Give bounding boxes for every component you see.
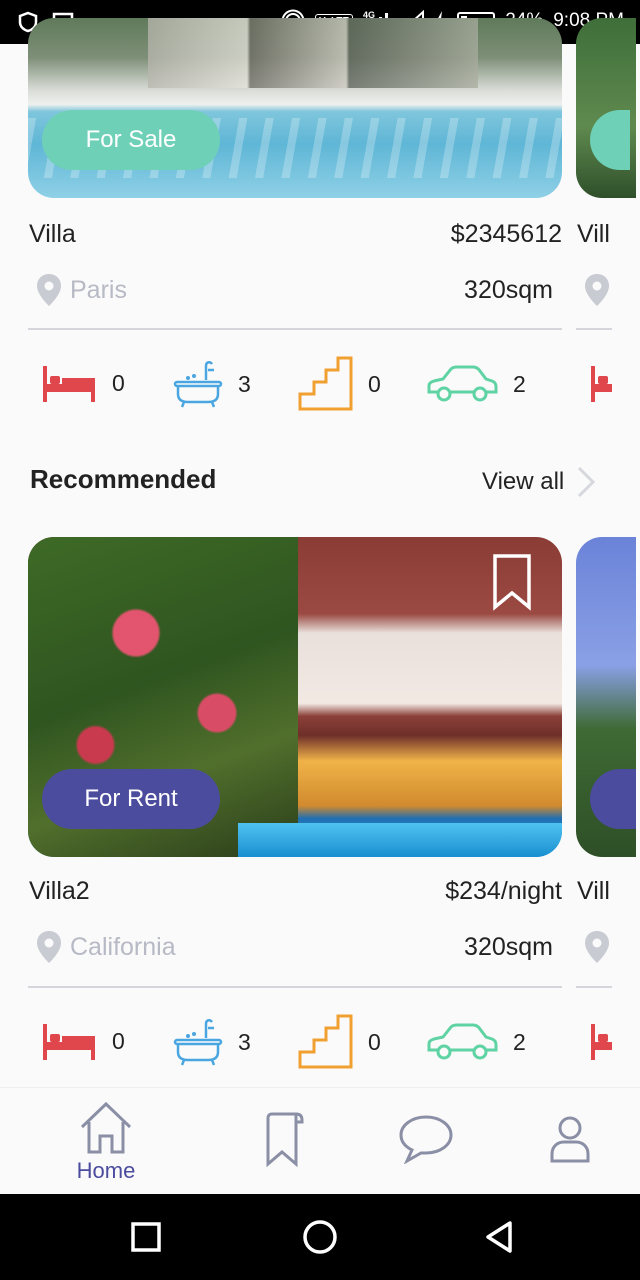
feature-floors: 0 [298, 1014, 381, 1070]
bathtub-icon [173, 1019, 223, 1066]
car-icon [427, 1023, 498, 1060]
baths-count: 3 [238, 370, 251, 397]
feature-beds: 0 [40, 362, 125, 404]
stairs-icon [298, 356, 353, 411]
location-text: California [70, 932, 176, 961]
back-icon[interactable] [484, 1220, 514, 1254]
nav-messages[interactable] [396, 1114, 456, 1164]
bed-icon [591, 1024, 612, 1060]
bed-icon [591, 366, 612, 402]
bookmark-icon[interactable] [492, 553, 532, 611]
view-all-label: View all [482, 468, 565, 495]
car-icon [427, 365, 498, 402]
parking-count: 2 [513, 1028, 526, 1055]
nav-home[interactable]: Home [70, 1100, 142, 1184]
location-pin-icon [585, 931, 609, 963]
listing-title: Villa [29, 220, 76, 248]
profile-icon [550, 1116, 590, 1163]
divider [576, 986, 612, 988]
chevron-right-icon [578, 466, 596, 498]
listing-price: $234/night [445, 877, 562, 905]
listing-photo[interactable] [28, 18, 562, 198]
section-title-recommended: Recommended [30, 464, 217, 494]
location-text: Paris [70, 275, 127, 304]
feature-beds: 0 [40, 1020, 125, 1062]
beds-count: 0 [112, 369, 125, 396]
bookmark-icon [266, 1112, 304, 1168]
nav-saved[interactable] [258, 1110, 308, 1168]
recents-icon[interactable] [131, 1222, 161, 1252]
listing-price: $2345612 [450, 220, 562, 248]
listing-location: California [36, 930, 176, 964]
parking-count: 2 [513, 370, 526, 397]
bottom-navigation: Home [0, 1087, 640, 1194]
listing-title: Vill [577, 220, 610, 248]
view-all-link[interactable]: View all [482, 465, 596, 499]
listing-title: Vill [577, 877, 610, 905]
home-button-icon[interactable] [302, 1219, 338, 1255]
divider [576, 328, 612, 330]
feature-floors: 0 [298, 356, 381, 412]
listing-location: Paris [36, 273, 127, 307]
listing-area: 320sqm [464, 276, 553, 304]
listing-card-villa[interactable]: For Sale Villa $2345612 Paris 320sqm 0 3 [0, 18, 640, 444]
bed-icon [43, 1024, 95, 1060]
for-sale-badge: For Sale [42, 110, 220, 170]
system-navigation-bar [0, 1194, 640, 1280]
feature-parking: 2 [425, 1022, 526, 1062]
beds-count: 0 [112, 1027, 125, 1054]
nav-profile[interactable] [546, 1116, 594, 1164]
divider [28, 986, 562, 988]
listing-card-peek[interactable]: Vill [576, 537, 640, 1087]
home-icon [80, 1101, 132, 1154]
bathtub-icon [173, 361, 223, 408]
bed-icon [43, 366, 95, 402]
location-pin-icon [585, 274, 609, 306]
location-pin-icon [37, 274, 61, 306]
feature-parking: 2 [425, 364, 526, 404]
floors-count: 0 [368, 1028, 381, 1055]
feature-baths: 3 [172, 1016, 251, 1068]
chat-icon [399, 1115, 453, 1164]
listing-card-villa2[interactable]: For Rent Villa2 $234/night California 32… [0, 537, 576, 1087]
location-pin-icon [37, 931, 61, 963]
divider [28, 328, 562, 330]
stairs-icon [298, 1014, 353, 1069]
listing-area: 320sqm [464, 933, 553, 961]
listing-title: Villa2 [29, 877, 90, 905]
listing-photo[interactable] [576, 18, 636, 198]
nav-home-label: Home [76, 1158, 136, 1183]
baths-count: 3 [238, 1028, 251, 1055]
feature-baths: 3 [172, 358, 251, 410]
for-rent-badge: For Rent [42, 769, 220, 829]
listing-card-peek[interactable]: Vill [576, 18, 640, 444]
floors-count: 0 [368, 370, 381, 397]
